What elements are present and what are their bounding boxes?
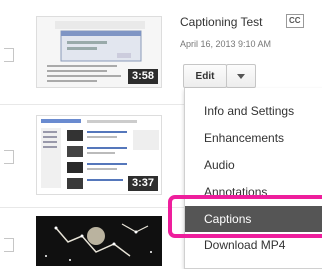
captions-highlight-box <box>168 195 322 238</box>
menu-item-enhancements[interactable]: Enhancements <box>185 125 322 151</box>
cc-badge: CC <box>286 14 304 28</box>
menu-item-audio[interactable]: Audio <box>185 152 322 178</box>
chevron-down-icon <box>237 74 245 79</box>
video-duration: 3:37 <box>127 176 158 191</box>
select-checkbox[interactable] <box>4 238 14 252</box>
video-thumbnail[interactable] <box>36 216 162 266</box>
edit-button[interactable]: Edit <box>183 64 227 88</box>
video-thumbnail[interactable]: 3:58 <box>36 16 162 88</box>
thumbnail-image <box>36 216 162 266</box>
menu-item-info-and-settings[interactable]: Info and Settings <box>185 98 322 124</box>
video-thumbnail[interactable]: 3:37 <box>36 115 162 195</box>
select-checkbox[interactable] <box>4 48 14 62</box>
select-checkbox[interactable] <box>4 150 14 164</box>
video-date: April 16, 2013 9:10 AM <box>180 39 272 49</box>
edit-dropdown-button[interactable] <box>226 64 256 88</box>
video-title[interactable]: Captioning Test <box>180 15 263 29</box>
video-duration: 3:58 <box>127 69 158 84</box>
edit-dropdown-menu: Info and Settings Enhancements Audio Ann… <box>184 88 322 269</box>
